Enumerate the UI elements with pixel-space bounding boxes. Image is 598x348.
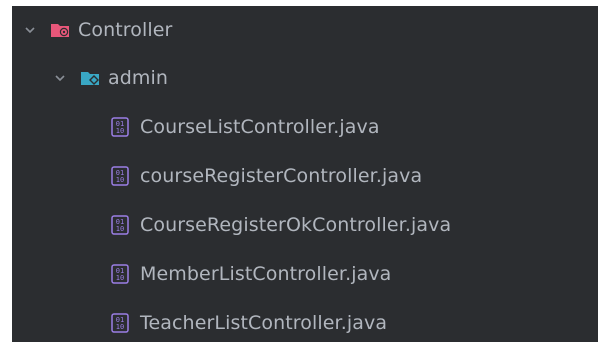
tree-file-item[interactable]: 01 10 CourseRegisterOkController.java [12, 205, 598, 245]
chevron-down-icon[interactable] [22, 22, 38, 38]
svg-text:10: 10 [116, 323, 124, 331]
java-class-file-icon: 01 10 [110, 116, 130, 138]
file-label: CourseRegisterOkController.java [140, 214, 452, 236]
svg-text:10: 10 [116, 176, 124, 184]
tree-node-controller[interactable]: Controller [12, 10, 598, 50]
svg-text:10: 10 [116, 225, 124, 233]
tree-node-label: admin [108, 67, 169, 89]
package-folder-icon [80, 69, 102, 87]
file-label: CourseListController.java [140, 116, 380, 138]
tree-node-label: Controller [78, 19, 173, 41]
java-class-file-icon: 01 10 [110, 312, 130, 334]
file-label: TeacherListController.java [140, 312, 388, 334]
svg-text:10: 10 [116, 274, 124, 282]
chevron-down-icon[interactable] [52, 70, 68, 86]
java-class-file-icon: 01 10 [110, 214, 130, 236]
tree-file-item[interactable]: 01 10 TeacherListController.java [12, 303, 598, 343]
file-label: courseRegisterController.java [140, 165, 423, 187]
tree-node-admin[interactable]: admin [12, 58, 598, 98]
project-tree-panel: Controller admin 01 10 CourseListControl… [12, 6, 598, 342]
tree-file-item[interactable]: 01 10 courseRegisterController.java [12, 156, 598, 196]
tree-file-item[interactable]: 01 10 MemberListController.java [12, 254, 598, 294]
java-class-file-icon: 01 10 [110, 263, 130, 285]
svg-text:10: 10 [116, 127, 124, 135]
controller-folder-icon [50, 21, 72, 39]
java-class-file-icon: 01 10 [110, 165, 130, 187]
file-label: MemberListController.java [140, 263, 392, 285]
tree-file-item[interactable]: 01 10 CourseListController.java [12, 107, 598, 147]
